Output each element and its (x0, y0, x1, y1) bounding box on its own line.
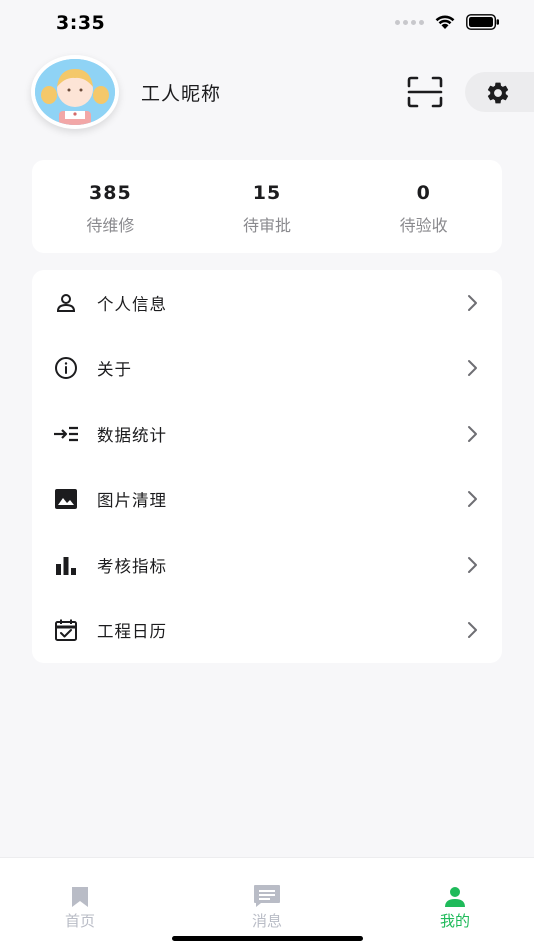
tab-label: 首页 (64, 912, 95, 930)
stat-pending-approval[interactable]: 15 待审批 (189, 160, 346, 253)
stat-value: 0 (416, 182, 431, 204)
stats-card: 385 待维修 15 待审批 0 待验收 (32, 160, 502, 253)
person-icon (445, 887, 465, 907)
menu-card: 个人信息 关于 数据统计 图片清理 考核指标 工程日历 (32, 270, 502, 663)
menu-label: 数据统计 (97, 425, 167, 445)
stat-label: 待审批 (243, 216, 292, 235)
tab-label: 我的 (439, 912, 470, 930)
stat-value: 15 (252, 182, 282, 204)
tab-label: 消息 (251, 912, 282, 930)
stat-label: 待验收 (399, 216, 448, 235)
scan-icon (407, 76, 443, 108)
profile-screen: 3:35 工人昵称 385 待维修 15 待审批 0 待验收 个人信息 关于 数… (0, 0, 534, 950)
chevron-right-icon (468, 622, 477, 639)
status-bar: 3:35 (0, 0, 534, 50)
menu-label: 考核指标 (97, 556, 167, 576)
chevron-right-icon (468, 491, 477, 508)
tab-mine[interactable]: 我的 (405, 882, 505, 931)
message-icon (254, 885, 280, 907)
image-icon (53, 486, 79, 512)
home-indicator (172, 936, 363, 941)
calendar-check-icon (53, 617, 79, 643)
chevron-right-icon (468, 556, 477, 573)
menu-item-project-calendar[interactable]: 工程日历 (32, 598, 502, 664)
battery-icon (466, 14, 499, 30)
stat-value: 385 (89, 182, 132, 204)
person-icon (53, 290, 79, 316)
nickname[interactable]: 工人昵称 (141, 79, 221, 106)
chevron-right-icon (468, 360, 477, 377)
bar-chart-icon (53, 552, 79, 578)
status-time: 3:35 (56, 12, 106, 34)
menu-label: 工程日历 (97, 622, 167, 642)
scan-button[interactable] (406, 75, 444, 109)
stat-pending-repair[interactable]: 385 待维修 (32, 160, 189, 253)
arrow-list-icon (53, 421, 79, 447)
menu-label: 图片清理 (97, 491, 167, 511)
cellular-signal-icon (395, 19, 424, 25)
stat-label: 待维修 (86, 216, 135, 235)
gear-icon (487, 82, 509, 104)
menu-label: 关于 (97, 360, 132, 380)
chevron-right-icon (468, 294, 477, 311)
tab-home[interactable]: 首页 (30, 882, 130, 931)
menu-item-about[interactable]: 关于 (32, 336, 502, 402)
status-indicators (395, 14, 500, 30)
avatar-illustration (35, 59, 115, 125)
menu-item-data-statistics[interactable]: 数据统计 (32, 401, 502, 467)
chevron-right-icon (468, 425, 477, 442)
stat-pending-acceptance[interactable]: 0 待验收 (345, 160, 502, 253)
avatar[interactable] (31, 55, 119, 129)
tab-messages[interactable]: 消息 (217, 882, 317, 931)
wifi-icon (435, 15, 455, 29)
menu-label: 个人信息 (97, 294, 167, 314)
settings-button[interactable] (465, 72, 534, 112)
menu-item-image-cleanup[interactable]: 图片清理 (32, 467, 502, 533)
menu-item-personal-info[interactable]: 个人信息 (32, 270, 502, 336)
profile-header: 工人昵称 (0, 55, 534, 135)
bookmark-icon (72, 887, 88, 907)
menu-item-assessment-indicators[interactable]: 考核指标 (32, 532, 502, 598)
info-icon (53, 355, 79, 381)
